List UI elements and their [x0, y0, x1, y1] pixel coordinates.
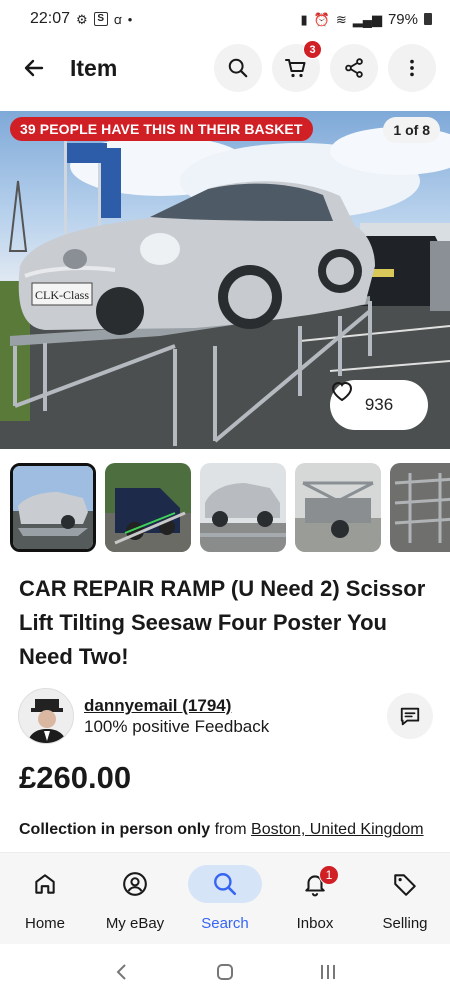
- home-square-icon: [216, 964, 233, 980]
- cart-count-badge: 3: [303, 40, 322, 59]
- heart-icon: [331, 381, 353, 402]
- thumbnail-strip: [10, 463, 450, 555]
- seller-feedback: 100% positive Feedback: [84, 717, 270, 736]
- nav-my-ebay-label: My eBay: [105, 915, 165, 932]
- nav-selling[interactable]: Selling: [360, 853, 450, 944]
- thumbnail-3-image: [200, 463, 286, 552]
- shipping-from-text: from: [210, 821, 252, 838]
- system-navigation-bar: [0, 944, 450, 1000]
- search-icon: [214, 873, 237, 896]
- thumbnail-2-image: [105, 463, 191, 552]
- shipping-method: Collection in person only: [19, 821, 211, 838]
- search-button[interactable]: [214, 44, 262, 92]
- system-recents-button[interactable]: [308, 952, 348, 992]
- basket-count-banner: 39 PEOPLE HAVE THIS IN THEIR BASKET: [10, 117, 313, 141]
- thumbnail-1[interactable]: [10, 463, 96, 552]
- nav-search-label: Search: [201, 915, 249, 932]
- seller-avatar[interactable]: [18, 688, 74, 744]
- wifi-icon: ≋: [335, 11, 347, 27]
- watch-button[interactable]: 936: [330, 380, 428, 430]
- tag-icon: [394, 874, 416, 896]
- shipping-info: Collection in person only from Boston, U…: [19, 818, 429, 852]
- nav-inbox-label: Inbox: [296, 915, 334, 932]
- status-bar: 22:07 ⚙ S ꭤ • ▮ ⏰ ≋ ▂▄▆ 79%: [0, 0, 450, 38]
- nav-inbox[interactable]: 1 Inbox: [270, 853, 360, 944]
- watch-count: 936: [364, 395, 394, 414]
- battery-icon: [424, 13, 432, 25]
- user-icon: [123, 872, 147, 896]
- thumbnail-1-image: [13, 466, 93, 549]
- seller-row: dannyemail (1794) 100% positive Feedback: [18, 688, 433, 744]
- alarm-icon: ⏰: [313, 11, 330, 27]
- message-icon: [400, 707, 420, 726]
- gear-icon: ⚙: [76, 11, 88, 27]
- inbox-count-badge: 1: [319, 865, 339, 885]
- bottom-navigation: Home My eBay Search 1 Inbox Selling: [0, 852, 450, 944]
- system-home-button[interactable]: [205, 952, 245, 992]
- status-time: 22:07: [30, 10, 71, 27]
- cart-button[interactable]: 3: [272, 40, 322, 92]
- image-counter: 1 of 8: [383, 117, 440, 143]
- air-app-icon: ꭤ: [113, 11, 122, 27]
- nav-selling-label: Selling: [382, 915, 428, 932]
- more-options-button[interactable]: [388, 44, 436, 92]
- cart-icon: [285, 59, 306, 78]
- share-icon: [345, 58, 363, 78]
- shipping-location-link[interactable]: Boston, United Kingdom: [251, 821, 424, 838]
- s-app-icon: S: [93, 12, 108, 26]
- thumbnail-3[interactable]: [200, 463, 286, 552]
- signal-icon: ▮: [300, 11, 308, 27]
- chevron-left-icon: [116, 964, 126, 980]
- recents-icon: [321, 965, 336, 979]
- app-header: Item 3: [0, 40, 450, 94]
- arrow-left-icon: [24, 59, 44, 77]
- thumbnail-5-image: [390, 463, 450, 552]
- avatar-image: [19, 689, 73, 743]
- item-price: £260.00: [19, 760, 132, 795]
- thumbnail-5[interactable]: [390, 463, 450, 552]
- nav-my-ebay[interactable]: My eBay: [90, 853, 180, 944]
- search-icon: [228, 58, 248, 78]
- listing-title: CAR REPAIR RAMP (U Need 2) Scissor Lift …: [19, 576, 426, 669]
- contact-seller-button[interactable]: [387, 693, 433, 739]
- nav-home[interactable]: Home: [0, 853, 90, 944]
- cell-signal-icon: ▂▄▆: [352, 11, 382, 27]
- page-title: Item: [70, 54, 118, 81]
- nav-home-label: Home: [24, 915, 65, 932]
- battery-percent: 79%: [387, 10, 418, 28]
- thumbnail-4-image: [295, 463, 381, 552]
- main-product-image[interactable]: CLK-Class 39 PEOPLE HAVE THIS IN THEIR B…: [0, 111, 450, 449]
- seller-name-link[interactable]: dannyemail (1794): [84, 695, 269, 716]
- system-back-button[interactable]: [102, 952, 142, 992]
- dot-icon: •: [127, 11, 133, 27]
- back-button[interactable]: [18, 52, 50, 84]
- thumbnail-4[interactable]: [295, 463, 381, 552]
- more-vertical-icon: [410, 59, 414, 77]
- thumbnail-2[interactable]: [105, 463, 191, 552]
- nav-search[interactable]: Search: [180, 853, 270, 944]
- plate-text: CLK-Class: [35, 288, 89, 302]
- share-button[interactable]: [330, 44, 378, 92]
- home-icon: [35, 874, 55, 894]
